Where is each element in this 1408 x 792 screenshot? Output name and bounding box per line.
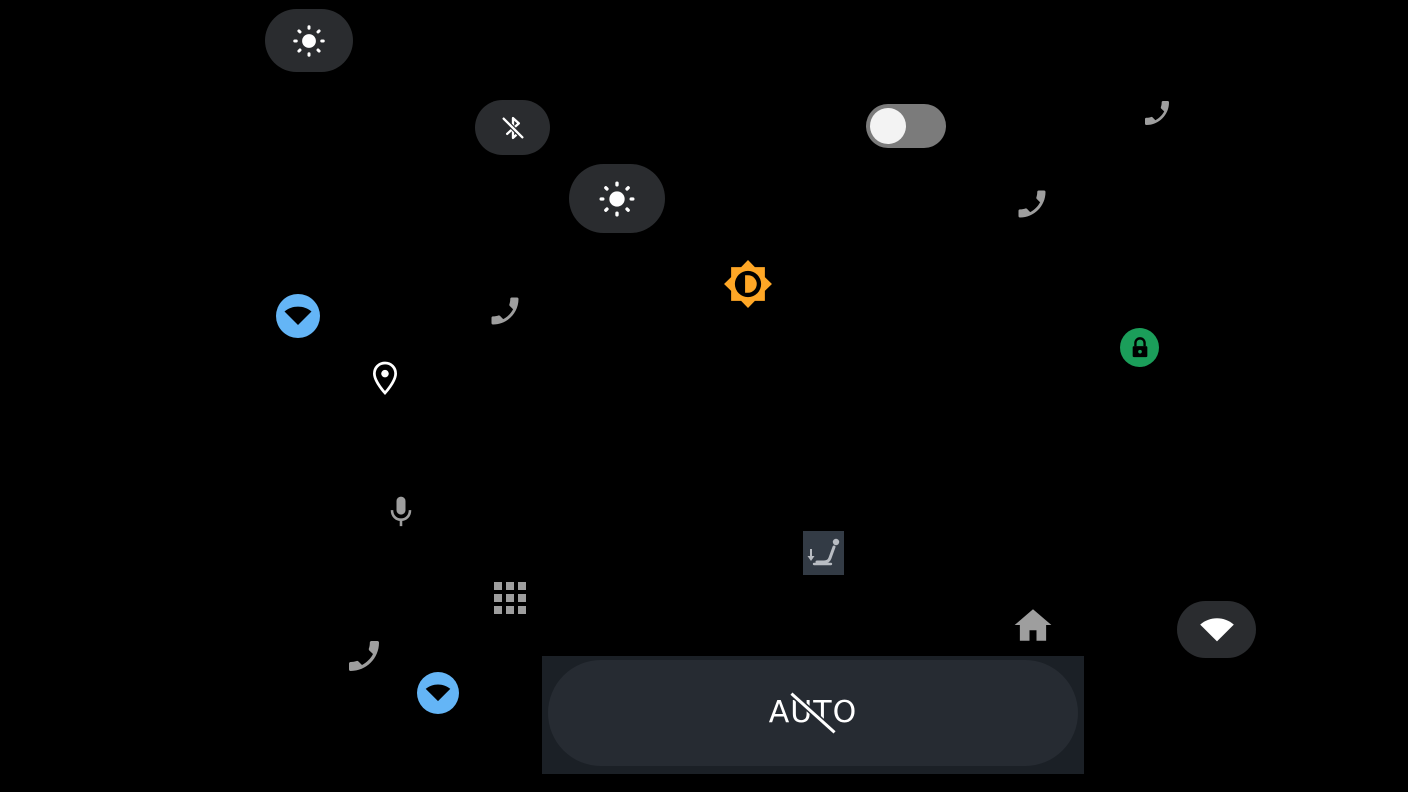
app-grid-icon[interactable]: [493, 581, 527, 615]
lock-button[interactable]: [1120, 328, 1159, 367]
brightness-icon: [293, 24, 325, 57]
bluetooth-button[interactable]: [475, 100, 550, 155]
phone-icon[interactable]: [1014, 186, 1050, 222]
brightness-icon: [599, 181, 635, 216]
wifi-button-pill[interactable]: [1177, 601, 1256, 658]
location-pin-icon[interactable]: [370, 360, 400, 396]
auto-panel: AUTO: [542, 656, 1084, 774]
auto-brightness-icon: [724, 260, 772, 308]
phone-icon[interactable]: [344, 636, 384, 676]
seat-recline-icon: [807, 538, 839, 566]
toggle-knob: [870, 108, 906, 144]
lock-icon: [1132, 336, 1147, 357]
brightness-button-mid[interactable]: [569, 164, 665, 233]
wifi-icon: [284, 306, 312, 325]
auto-brightness-button[interactable]: [723, 259, 773, 309]
phone-icon[interactable]: [1141, 97, 1173, 129]
toggle-switch[interactable]: [866, 104, 946, 148]
phone-icon[interactable]: [487, 293, 523, 329]
bluetooth-off-icon: [501, 116, 524, 139]
wifi-icon: [425, 684, 451, 702]
seat-recline-button[interactable]: [803, 531, 844, 575]
microphone-icon[interactable]: [385, 494, 417, 530]
wifi-icon: [1199, 617, 1234, 641]
wifi-button[interactable]: [276, 294, 320, 338]
brightness-button-top[interactable]: [265, 9, 353, 72]
wifi-button[interactable]: [417, 672, 459, 714]
auto-label: AUTO: [769, 692, 857, 734]
home-icon[interactable]: [1012, 605, 1054, 645]
auto-button[interactable]: AUTO: [548, 660, 1078, 766]
